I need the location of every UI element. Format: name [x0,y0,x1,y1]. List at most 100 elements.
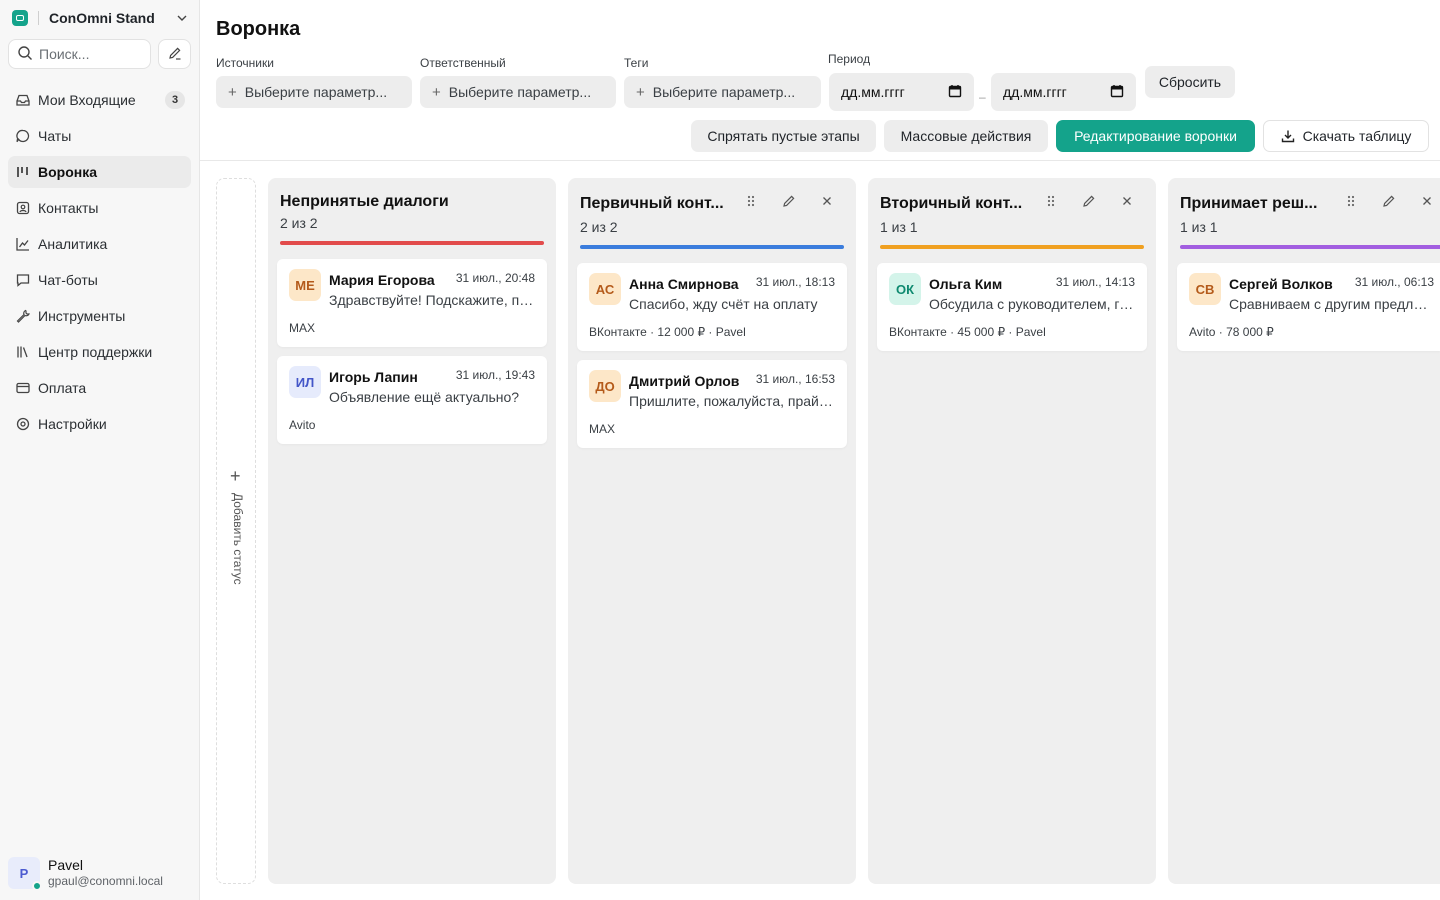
contact-name: Ольга Ким [929,276,1003,292]
library-icon [14,343,32,361]
contact-name: Анна Смирнова [629,276,739,292]
column-count: 1 из 1 [880,219,918,235]
gear-icon [14,415,32,433]
search-box[interactable] [8,39,151,69]
sidebar-nav: Мои Входящие 3 Чаты Воронка Контакты Ана… [8,84,191,444]
sidebar-item-support[interactable]: Центр поддержки [8,336,191,368]
owner-filter[interactable]: + Выберите параметр... [420,76,616,108]
sidebar-item-label: Инструменты [38,308,126,324]
contact-card-icon [14,199,32,217]
deal-card[interactable]: ОК Ольга Ким 31 июл., 14:13 Обсудила с р… [877,263,1147,351]
close-icon[interactable] [1117,191,1137,211]
card-meta: ВКонтакте · 12 000 ₽ · Pavel [589,325,746,339]
column-color-bar [880,245,1144,249]
contact-avatar: ОК [889,273,921,305]
close-icon[interactable] [1417,191,1437,211]
credit-card-icon [14,379,32,397]
calendar-icon[interactable] [948,84,962,101]
period-to-input[interactable]: дд.мм.гггг [991,73,1136,111]
user-info: Pavel gpaul@conomni.local [48,857,163,889]
last-message: Здравствуйте! Подскажите, пожалуйста [329,292,535,308]
sidebar-item-inbox[interactable]: Мои Входящие 3 [8,84,191,116]
sidebar: ConOmni Stand Мои Входящие 3 Чаты [0,0,200,900]
column-title: Непринятые диалоги [280,193,449,210]
reset-filters-button[interactable]: Сбросить [1145,66,1235,98]
sources-filter-placeholder: Выберите параметр... [244,84,388,100]
card-meta: Avito · 78 000 ₽ [1189,325,1274,339]
user-profile[interactable]: P Pavel gpaul@conomni.local [8,856,191,891]
funnel-column: Вторичный конт... 1 из 1 ОК Ольга Ким 31… [868,178,1156,884]
download-table-button[interactable]: Скачать таблицу [1263,120,1429,152]
period-filter-label: Период [828,52,871,66]
sidebar-item-contacts[interactable]: Контакты [8,192,191,224]
last-message: Объявление ещё актуально? [329,389,520,405]
drag-handle-icon[interactable] [741,191,761,211]
last-message: Обсудила с руководителем, готовы [929,296,1135,312]
column-count: 1 из 1 [1180,219,1218,235]
calendar-icon[interactable] [1110,84,1124,101]
sources-filter[interactable]: + Выберите параметр... [216,76,412,108]
close-icon[interactable] [817,191,837,211]
kanban-icon [14,163,32,181]
sidebar-item-analytics[interactable]: Аналитика [8,228,191,260]
compose-button[interactable] [158,39,191,69]
sidebar-item-label: Чаты [38,128,72,144]
message-time: 31 июл., 18:13 [755,275,835,289]
column-count: 2 из 2 [580,219,618,235]
edit-pencil-icon[interactable] [1079,191,1099,211]
funnel-column: Принимает реш... 1 из 1 СВ Сергей Волков… [1168,178,1440,884]
sidebar-item-label: Аналитика [38,236,108,252]
deal-card[interactable]: СВ Сергей Волков 31 июл., 06:13 Сравнива… [1177,263,1440,351]
deal-card[interactable]: ДО Дмитрий Орлов 31 июл., 16:53 Пришлите… [577,360,847,448]
chevron-down-icon[interactable] [174,10,190,26]
main-content: Воронка Источники + Выберите параметр...… [200,0,1440,900]
sidebar-item-label: Оплата [38,380,87,396]
column-title: Первичный конт... [580,195,724,212]
online-status-dot [32,881,42,891]
message-time: 31 июл., 20:48 [455,271,535,285]
message-time: 31 июл., 06:13 [1354,275,1434,289]
pencil-icon [168,46,182,63]
sidebar-item-chatbots[interactable]: Чат-боты [8,264,191,296]
avatar: P [8,857,42,891]
message-time: 31 июл., 19:43 [455,368,535,382]
workspace-name: ConOmni Stand [49,10,155,26]
last-message: Пришлите, пожалуйста, прайс-лист [629,393,835,409]
chat-logo-icon [12,10,28,26]
bulk-actions-button[interactable]: Массовые действия [884,120,1048,152]
sidebar-item-tools[interactable]: Инструменты [8,300,191,332]
header-divider [200,160,1440,161]
hide-empty-stages-button[interactable]: Спрятать пустые этапы [691,120,876,152]
add-status-label: Добавить статус [231,493,245,585]
sidebar-item-chats[interactable]: Чаты [8,120,191,152]
period-from-input[interactable]: дд.мм.гггг [829,73,974,111]
deal-card[interactable]: МЕ Мария Егорова 31 июл., 20:48 Здравств… [277,259,547,347]
wrench-icon [14,307,32,325]
sidebar-item-funnel[interactable]: Воронка [8,156,191,188]
plus-icon: + [230,466,241,486]
edit-pencil-icon[interactable] [779,191,799,211]
message-time: 31 июл., 14:13 [1055,275,1135,289]
sidebar-item-label: Воронка [38,164,98,180]
sidebar-item-label: Центр поддержки [38,344,153,360]
inbox-count-badge: 3 [165,91,185,109]
page-title: Воронка [216,18,301,40]
deal-card[interactable]: ИЛ Игорь Лапин 31 июл., 19:43 Объявление… [277,356,547,444]
edit-pencil-icon[interactable] [1379,191,1399,211]
sidebar-item-billing[interactable]: Оплата [8,372,191,404]
sidebar-item-settings[interactable]: Настройки [8,408,191,440]
contact-name: Дмитрий Орлов [629,373,740,389]
contact-avatar: МЕ [289,269,321,301]
drag-handle-icon[interactable] [1041,191,1061,211]
workspace-switcher[interactable]: ConOmni Stand [12,6,190,30]
period-dash: – [979,90,986,104]
drag-handle-icon[interactable] [1341,191,1361,211]
deal-card[interactable]: АС Анна Смирнова 31 июл., 18:13 Спасибо,… [577,263,847,351]
tags-filter[interactable]: + Выберите параметр... [624,76,821,108]
contact-avatar: ИЛ [289,366,321,398]
edit-funnel-button[interactable]: Редактирование воронки [1056,120,1255,152]
search-input[interactable] [39,46,139,62]
search-icon [17,45,33,64]
add-status-column[interactable]: + Добавить статус [216,178,256,884]
workspace-divider [38,11,39,25]
